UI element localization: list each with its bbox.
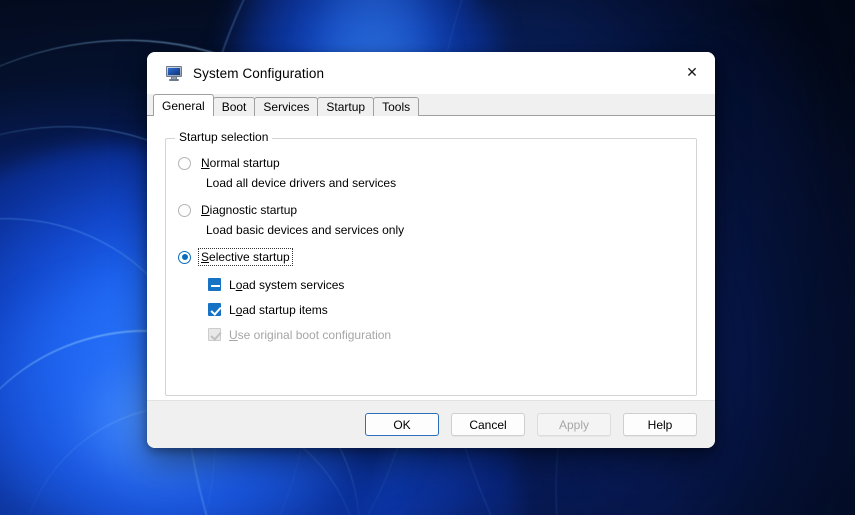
tab-general-label: General: [162, 99, 205, 113]
tab-boot-label: Boot: [221, 100, 247, 114]
cb2-rest: se original boot configuration: [237, 327, 392, 342]
cb2-mnemonic: U: [229, 327, 238, 342]
radio-selective-startup-label: Selective startup: [198, 248, 293, 266]
checkbox-load-system-services-label: Load system services: [229, 278, 344, 292]
startup-selection-label: Startup selection: [175, 131, 273, 143]
radio-row-selective-startup[interactable]: Selective startup: [178, 247, 684, 267]
cb1-prefix: L: [229, 302, 236, 317]
checkbox-use-original-boot-configuration: [208, 328, 221, 341]
radio-diagnostic-startup-label: Diagnostic startup: [199, 202, 299, 218]
checkbox-row-use-original-boot-configuration: Use original boot configuration: [208, 322, 684, 347]
checkbox-use-original-boot-configuration-label: Use original boot configuration: [229, 328, 391, 342]
radio-diagnostic-startup-text: iagnostic startup: [209, 203, 298, 217]
dialog-title: System Configuration: [193, 65, 325, 81]
checkbox-row-load-startup-items[interactable]: Load startup items: [208, 297, 684, 322]
normal-startup-description: Load all device drivers and services: [206, 175, 397, 190]
radio-selective-startup-mnemonic: S: [201, 250, 210, 264]
checkbox-load-system-services[interactable]: [208, 278, 221, 291]
tab-tools[interactable]: Tools: [373, 97, 420, 116]
checkbox-load-startup-items[interactable]: [208, 303, 221, 316]
checkbox-load-startup-items-label: Load startup items: [229, 303, 328, 317]
tab-services[interactable]: Services: [254, 97, 319, 116]
radio-row-normal-startup[interactable]: Normal startup: [178, 153, 684, 173]
radio-selective-startup-text: elective startup: [209, 250, 290, 264]
checkbox-row-load-system-services[interactable]: Load system services: [208, 272, 684, 297]
apply-button: Apply: [537, 413, 611, 436]
tab-general[interactable]: General: [153, 94, 214, 117]
ok-button[interactable]: OK: [365, 413, 439, 436]
close-icon: ✕: [686, 65, 698, 81]
dialog-titlebar: System Configuration ✕: [147, 52, 715, 94]
cb1-rest: ad startup items: [242, 302, 328, 317]
close-button[interactable]: ✕: [669, 52, 715, 94]
diagnostic-startup-description: Load basic devices and services only: [206, 222, 405, 237]
radio-normal-startup[interactable]: [178, 156, 191, 170]
radio-normal-startup-mnemonic: N: [201, 156, 210, 170]
radio-normal-startup-text: ormal startup: [209, 156, 280, 170]
cancel-button[interactable]: Cancel: [451, 413, 525, 436]
tab-strip: General Boot Services Startup Tools: [147, 94, 715, 117]
radio-normal-startup-label: Normal startup: [199, 155, 282, 171]
radio-diagnostic-startup[interactable]: [178, 203, 191, 217]
tab-tools-label: Tools: [382, 100, 411, 114]
radio-selective-startup[interactable]: [178, 250, 191, 264]
startup-selection-groupbox: Startup selection Normal startup Load al…: [165, 131, 697, 396]
cb0-rest: ad system services: [242, 277, 345, 292]
radio-row-diagnostic-startup[interactable]: Diagnostic startup: [178, 200, 684, 220]
radio-diagnostic-startup-mnemonic: D: [201, 203, 210, 217]
system-configuration-dialog: System Configuration ✕ General Boot Serv…: [147, 52, 715, 448]
tab-boot[interactable]: Boot: [212, 97, 256, 116]
tab-page-general: Startup selection Normal startup Load al…: [147, 116, 715, 400]
desktop-background: System Configuration ✕ General Boot Serv…: [0, 0, 855, 515]
help-button[interactable]: Help: [623, 413, 697, 436]
tab-startup[interactable]: Startup: [317, 97, 375, 116]
cb0-prefix: L: [229, 277, 236, 292]
dialog-footer: OK Cancel Apply Help: [147, 400, 715, 448]
tab-startup-label: Startup: [326, 100, 366, 114]
monitor-icon: [166, 65, 182, 81]
tab-services-label: Services: [263, 100, 310, 114]
